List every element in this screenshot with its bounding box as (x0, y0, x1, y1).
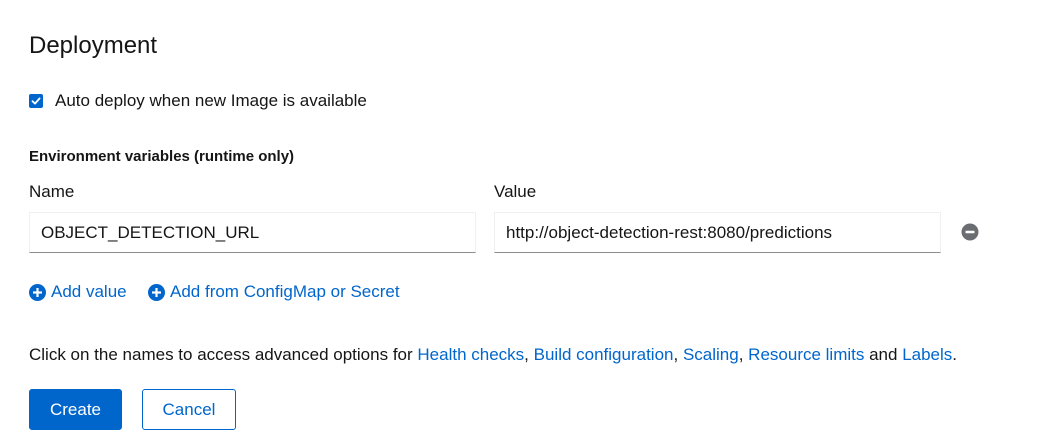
health-checks-link[interactable]: Health checks (417, 345, 524, 364)
labels-link[interactable]: Labels (902, 345, 952, 364)
advanced-options-text: Click on the names to access advanced op… (29, 345, 958, 364)
auto-deploy-label[interactable]: Auto deploy when new Image is available (55, 91, 367, 111)
cancel-button[interactable]: Cancel (142, 389, 236, 430)
add-value-button[interactable]: Add value (29, 281, 127, 303)
section-title: Deployment (29, 32, 158, 59)
resource-limits-link[interactable]: Resource limits (748, 345, 864, 364)
add-from-configmap-button[interactable]: Add from ConfigMap or Secret (148, 281, 400, 303)
advanced-options-prefix: Click on the names to access advanced op… (29, 345, 418, 364)
env-value-header: Value (494, 182, 537, 201)
add-from-configmap-label[interactable]: Add from ConfigMap or Secret (170, 282, 400, 302)
add-value-label[interactable]: Add value (51, 282, 127, 302)
auto-deploy-row[interactable]: Auto deploy when new Image is available (29, 90, 367, 112)
minus-circle-icon[interactable] (961, 223, 979, 241)
plus-circle-icon (148, 283, 165, 301)
scaling-link[interactable]: Scaling (683, 345, 739, 364)
env-name-input[interactable]: OBJECT_DETECTION_URL (29, 212, 476, 253)
env-name-header: Name (29, 182, 75, 201)
env-value-input[interactable]: http://object-detection-rest:8080/predic… (494, 212, 941, 253)
env-vars-title: Environment variables (runtime only) (29, 148, 295, 165)
auto-deploy-checkbox[interactable] (29, 94, 43, 108)
check-icon (31, 97, 41, 105)
build-configuration-link[interactable]: Build configuration (534, 345, 674, 364)
create-button[interactable]: Create (29, 389, 122, 430)
plus-circle-icon (29, 283, 46, 301)
